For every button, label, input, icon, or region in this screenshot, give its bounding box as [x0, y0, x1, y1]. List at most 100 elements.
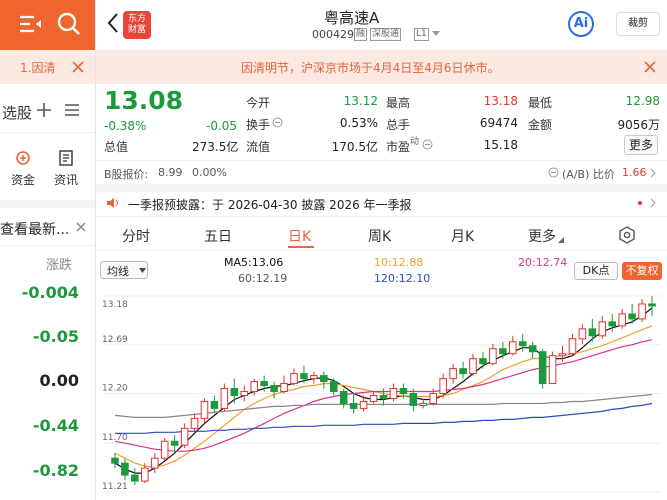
clip-button[interactable]: 裁剪	[616, 12, 660, 36]
back-icon[interactable]	[106, 12, 120, 34]
list-item-change: 0.00	[39, 371, 79, 390]
left-tab-strip[interactable]: 1.因清	[0, 50, 95, 84]
candle-body	[489, 348, 497, 365]
candle-body	[389, 388, 398, 399]
indicator-label: 均线	[107, 265, 129, 278]
chevron-down-icon[interactable]	[558, 237, 564, 243]
funds-label[interactable]: 资金	[11, 171, 35, 188]
b-share-price: 8.99	[158, 166, 183, 179]
adjust-button[interactable]: 不复权	[622, 262, 662, 280]
tab-more[interactable]: 更多	[528, 226, 556, 246]
candle-body	[359, 400, 368, 409]
candle-body	[310, 375, 318, 380]
search-icon[interactable]	[56, 11, 82, 37]
stock-picker-label[interactable]: 选股	[2, 102, 32, 123]
funds-icon[interactable]	[15, 150, 31, 166]
field-label-volume: 总手	[386, 118, 411, 132]
dk-point-select[interactable]: DK点	[574, 262, 618, 280]
list-item-change: -0.82	[32, 461, 79, 480]
tab-five-day[interactable]: 五日	[204, 226, 232, 246]
candle-body	[290, 373, 298, 385]
list-item-change: -0.05	[32, 327, 79, 346]
y-tick-label: 11.21	[102, 482, 128, 492]
candle-body	[558, 353, 567, 357]
change-percent: -0.38%	[104, 119, 147, 133]
field-float-value: 170.5亿	[331, 140, 378, 154]
stock-list-panel: 1.因清 选股 资金 资讯 查看最新... 涨跌 -0.004 -0.05 0.…	[0, 0, 96, 500]
candle-body	[588, 328, 597, 337]
close-icon[interactable]	[76, 222, 86, 232]
candle-body	[578, 328, 587, 340]
ma20-label: 20:12.74	[518, 256, 568, 269]
candle-body	[548, 355, 557, 385]
candle-body	[379, 394, 388, 399]
add-icon[interactable]	[36, 102, 52, 118]
candle-body	[111, 457, 119, 464]
stock-detail-panel: 东方 财富 粤高速A 000429 融 深股通 L1 Ai 裁剪 因清明节，沪深…	[96, 0, 667, 500]
chevron-down-icon	[139, 268, 146, 273]
tab-intraday[interactable]: 分时	[122, 226, 150, 246]
candle-body	[230, 388, 239, 396]
indicator-select[interactable]: 均线	[100, 261, 148, 279]
candle-body	[220, 388, 229, 409]
ma10-label: 10:12.88	[374, 256, 424, 269]
ai-assistant-button[interactable]: Ai	[568, 11, 594, 37]
b-share-label: B股报价:	[104, 168, 149, 181]
connect-badge: 深股通	[370, 28, 402, 41]
ma60-label: 60:12.19	[238, 272, 288, 285]
y-tick-label: 12.20	[102, 384, 128, 394]
column-header-change[interactable]: 涨跌	[46, 254, 72, 273]
candle-body	[121, 462, 129, 476]
active-tab-indicator	[288, 246, 314, 248]
candle-body	[190, 417, 199, 429]
candle-body	[568, 338, 577, 355]
candle-body	[280, 383, 288, 393]
close-icon[interactable]	[644, 61, 656, 73]
list-menu-icon[interactable]	[64, 103, 80, 117]
chevron-down-icon[interactable]	[432, 31, 440, 37]
tab-monthly-k[interactable]: 月K	[451, 226, 474, 246]
stock-name: 粤高速A	[324, 9, 380, 27]
ma120-label: 120:12.10	[374, 272, 431, 285]
ma5-label: MA5:13.06	[224, 256, 284, 269]
field-total-value: 273.5亿	[192, 140, 239, 154]
list-item-change: -0.004	[21, 283, 79, 302]
field-label-low: 最低	[528, 96, 553, 110]
candle-body	[608, 321, 617, 327]
announcement-text[interactable]: 一季报预披露：于 2026-04-30 披露 2026 年一季报	[128, 196, 412, 213]
candle-body	[150, 457, 159, 469]
field-label-amount: 金额	[528, 118, 553, 132]
field-label-high: 最高	[386, 96, 411, 110]
info-icon[interactable]	[422, 139, 433, 150]
candle-body	[300, 373, 308, 380]
tab-weekly-k[interactable]: 周K	[368, 226, 391, 246]
info-icon[interactable]	[548, 167, 559, 178]
holiday-notice: 因清明节，沪深京市场于4月4日至4月6日休市。	[96, 50, 667, 84]
pe-sup: 动	[410, 137, 420, 147]
chevron-right-icon[interactable]	[650, 198, 657, 208]
more-button[interactable]: 更多	[624, 135, 658, 155]
margin-badge: 融	[354, 28, 368, 41]
candle-body	[349, 402, 358, 409]
change-amount: -0.05	[206, 119, 238, 133]
tab-daily-k[interactable]: 日K	[288, 226, 311, 246]
y-tick-label: 12.69	[102, 335, 128, 345]
chevron-right-icon[interactable]	[650, 168, 657, 178]
news-icon[interactable]	[58, 150, 74, 166]
candle-body	[409, 393, 418, 406]
field-pe: 15.18	[483, 138, 518, 152]
info-icon[interactable]	[272, 117, 283, 128]
news-label[interactable]: 资讯	[54, 171, 78, 188]
candle-body	[260, 381, 268, 387]
field-label-float-value: 流值	[246, 140, 271, 154]
daily-k-chart[interactable]: 13.1812.6912.2011.7011.21	[96, 288, 667, 500]
ab-ratio-label: (A/B) 比价	[562, 168, 615, 181]
candle-body	[638, 303, 646, 320]
menu-icon[interactable]	[16, 12, 44, 36]
settings-icon[interactable]	[618, 226, 636, 244]
close-icon[interactable]	[72, 61, 84, 73]
candle-body	[419, 402, 428, 406]
field-turnover: 0.53%	[339, 116, 378, 130]
field-label-total-value: 总值	[104, 140, 129, 154]
section-title[interactable]: 查看最新...	[0, 219, 69, 239]
